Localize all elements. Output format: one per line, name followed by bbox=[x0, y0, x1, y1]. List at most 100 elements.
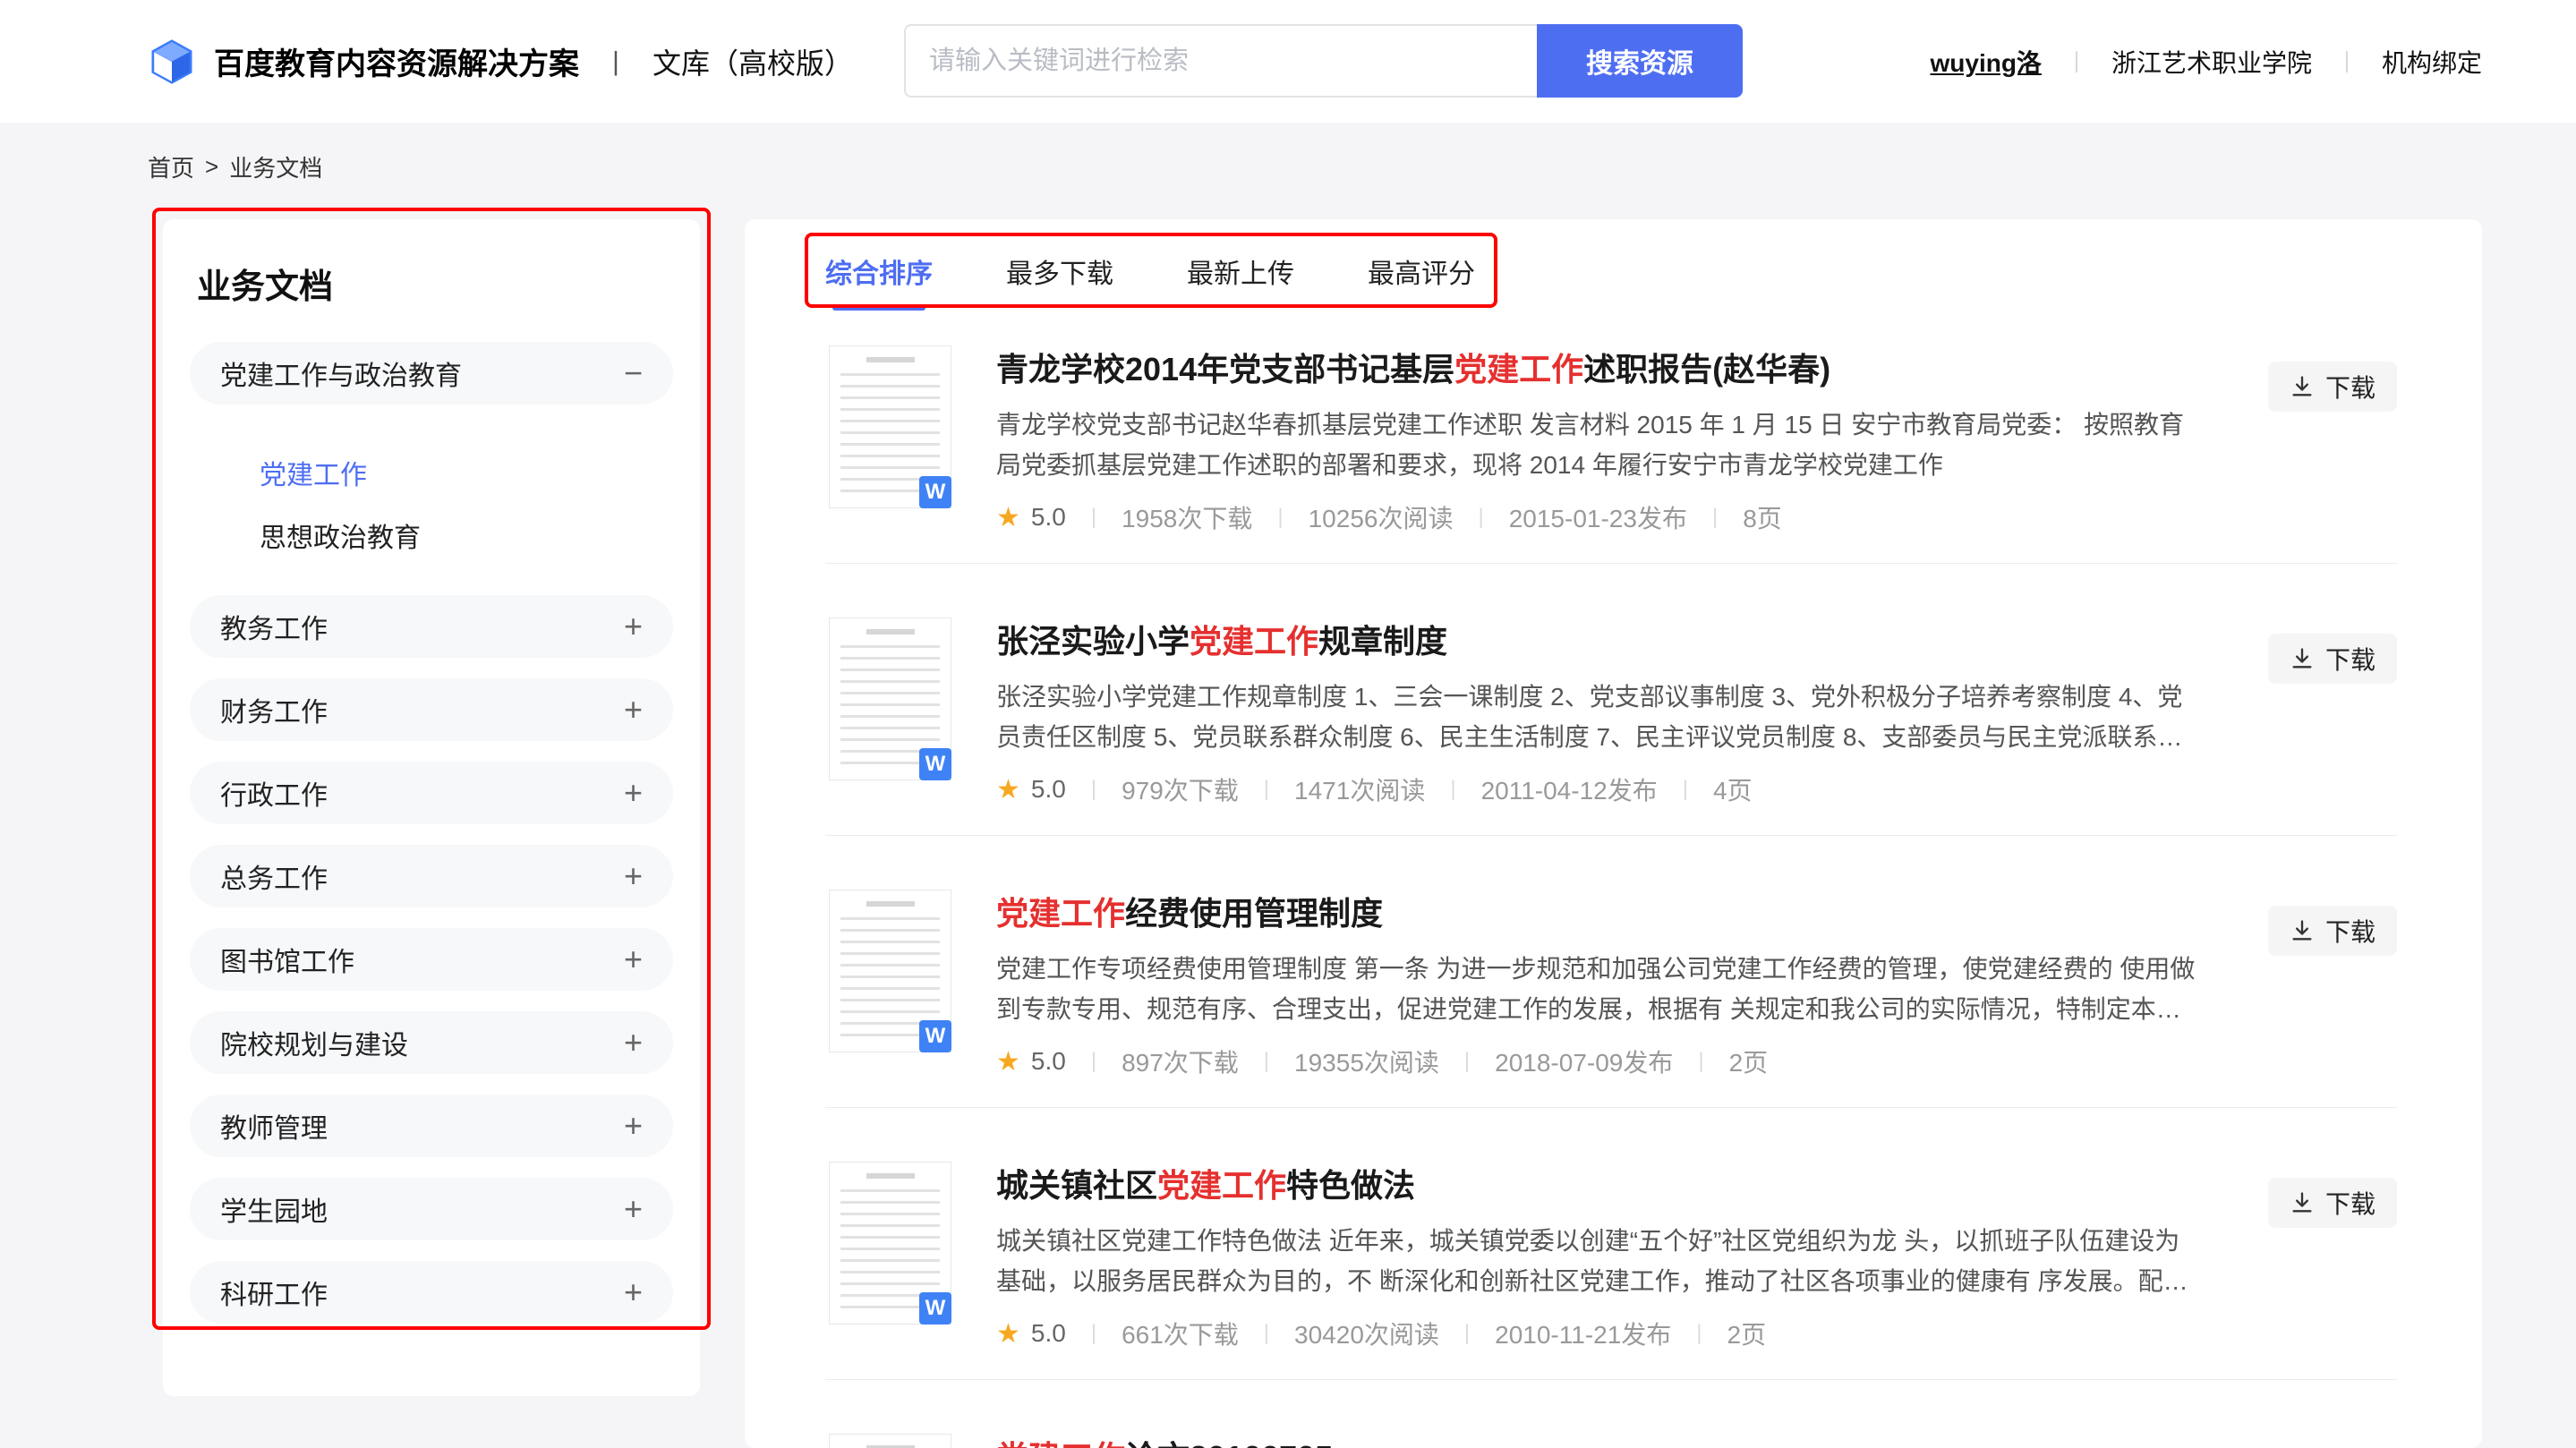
title-text: 论文20100705 bbox=[1125, 1439, 1333, 1448]
brand-home-link[interactable]: 百度教育内容资源解决方案 丨 文库（高校版） bbox=[148, 0, 853, 123]
sidebar-subitem-ideological-education[interactable]: 思想政治教育 bbox=[190, 507, 673, 570]
sidebar-item-academic-affairs[interactable]: 教务工作 + bbox=[190, 595, 673, 658]
category-label: 图书馆工作 bbox=[220, 940, 354, 979]
search-input[interactable] bbox=[904, 24, 1537, 98]
category-label: 科研工作 bbox=[220, 1273, 328, 1312]
meta-separator: | bbox=[1464, 1049, 1470, 1074]
header-separator: 丨 bbox=[2335, 45, 2358, 78]
rating-value: 5.0 bbox=[1031, 1047, 1066, 1076]
publish-date: 2011-04-12发布 bbox=[1481, 771, 1658, 807]
word-doc-badge: W bbox=[919, 1020, 951, 1052]
meta-separator: | bbox=[1464, 1321, 1470, 1346]
doc-thumbnail[interactable]: W bbox=[829, 1434, 951, 1448]
expand-icon[interactable]: + bbox=[624, 777, 643, 809]
page-count: 2页 bbox=[1727, 1316, 1767, 1351]
download-count: 661次下载 bbox=[1122, 1316, 1239, 1351]
result-meta: ★ 5.0 | 979次下载 | 1471次阅读 | 2011-04-12发布 … bbox=[996, 771, 2196, 807]
download-icon bbox=[2290, 646, 2315, 671]
meta-separator: | bbox=[1696, 1321, 1702, 1346]
star-icon: ★ bbox=[996, 774, 1020, 805]
title-text: 经费使用管理制度 bbox=[1125, 895, 1383, 932]
star-icon: ★ bbox=[996, 1046, 1020, 1077]
result-title-link[interactable]: 党建工作论文20100705 bbox=[996, 1437, 2196, 1448]
doc-thumbnail[interactable]: W bbox=[829, 618, 951, 780]
doc-thumbnail[interactable]: W bbox=[829, 345, 951, 508]
expand-icon[interactable]: + bbox=[624, 1276, 643, 1308]
download-icon bbox=[2290, 1190, 2315, 1215]
header-user-area: wuying洛 丨 浙江艺术职业学院 丨 机构绑定 bbox=[1930, 0, 2482, 123]
result-title-link[interactable]: 张泾实验小学党建工作规章制度 bbox=[996, 621, 2196, 662]
expand-icon[interactable]: + bbox=[624, 943, 643, 975]
doc-thumbnail[interactable]: W bbox=[829, 1162, 951, 1324]
page-count: 8页 bbox=[1743, 499, 1782, 535]
star-icon: ★ bbox=[996, 1318, 1020, 1350]
expand-icon[interactable]: + bbox=[624, 1110, 643, 1142]
title-text: 张泾实验小学 bbox=[996, 623, 1190, 660]
page-count: 4页 bbox=[1713, 771, 1753, 807]
download-button[interactable]: 下载 bbox=[2268, 634, 2397, 684]
header-separator: 丨 bbox=[2065, 45, 2088, 78]
expand-icon[interactable]: + bbox=[624, 1026, 643, 1059]
publish-date: 2010-11-21发布 bbox=[1495, 1316, 1671, 1351]
result-description: 城关镇社区党建工作特色做法 近年来，城关镇党委以创建“五个好”社区党组织为龙 头… bbox=[996, 1221, 2196, 1301]
institution-name: 浙江艺术职业学院 bbox=[2111, 44, 2312, 80]
sidebar-item-research[interactable]: 科研工作 + bbox=[190, 1261, 673, 1324]
result-title-link[interactable]: 城关镇社区党建工作特色做法 bbox=[996, 1165, 2196, 1206]
sidebar-item-administration[interactable]: 行政工作 + bbox=[190, 762, 673, 824]
result-content: 党建工作论文20100705 bbox=[996, 1434, 2196, 1448]
sidebar-item-party-building-politics[interactable]: 党建工作与政治教育 − bbox=[190, 342, 673, 405]
download-label: 下载 bbox=[2325, 913, 2376, 949]
tab-comprehensive-sort[interactable]: 综合排序 bbox=[825, 251, 933, 311]
tab-most-downloaded[interactable]: 最多下载 bbox=[1006, 251, 1113, 311]
username-link[interactable]: wuying洛 bbox=[1930, 44, 2041, 80]
expand-icon[interactable]: + bbox=[624, 610, 643, 643]
result-item: W 党建工作经费使用管理制度 党建工作专项经费使用管理制度 第一条 为进一步规范… bbox=[825, 890, 2397, 1162]
result-meta: ★ 5.0 | 897次下载 | 19355次阅读 | 2018-07-09发布… bbox=[996, 1043, 2196, 1079]
title-text: 城关镇社区 bbox=[996, 1167, 1157, 1204]
category-label: 总务工作 bbox=[220, 856, 328, 896]
sidebar-item-teacher-management[interactable]: 教师管理 + bbox=[190, 1095, 673, 1157]
download-label: 下载 bbox=[2325, 369, 2376, 405]
search-bar: 搜索资源 bbox=[904, 24, 1743, 98]
result-description: 青龙学校党支部书记赵华春抓基层党建工作述职 发言材料 2015 年 1 月 15… bbox=[996, 405, 2196, 485]
read-count: 1471次阅读 bbox=[1294, 771, 1425, 807]
search-button[interactable]: 搜索资源 bbox=[1537, 24, 1743, 98]
meta-separator: | bbox=[1264, 777, 1269, 802]
sidebar-item-general-affairs[interactable]: 总务工作 + bbox=[190, 845, 673, 907]
tab-highest-rated[interactable]: 最高评分 bbox=[1368, 251, 1475, 311]
sidebar-item-finance[interactable]: 财务工作 + bbox=[190, 678, 673, 741]
result-title-link[interactable]: 党建工作经费使用管理制度 bbox=[996, 893, 2196, 934]
tab-newest-upload[interactable]: 最新上传 bbox=[1187, 251, 1294, 311]
result-content: 党建工作经费使用管理制度 党建工作专项经费使用管理制度 第一条 为进一步规范和加… bbox=[996, 890, 2196, 1079]
breadcrumb-home[interactable]: 首页 bbox=[148, 150, 194, 183]
download-label: 下载 bbox=[2325, 641, 2376, 677]
download-button[interactable]: 下载 bbox=[2268, 906, 2397, 956]
expand-icon[interactable]: + bbox=[624, 860, 643, 892]
title-highlight: 党建工作 bbox=[996, 895, 1125, 932]
download-button[interactable]: 下载 bbox=[2268, 1178, 2397, 1228]
result-title-link[interactable]: 青龙学校2014年党支部书记基层党建工作述职报告(赵华春) bbox=[996, 349, 2196, 390]
page-count: 2页 bbox=[1729, 1043, 1769, 1079]
expand-icon[interactable]: + bbox=[624, 694, 643, 726]
category-label: 院校规划与建设 bbox=[220, 1023, 408, 1062]
word-doc-badge: W bbox=[919, 476, 951, 508]
expand-icon[interactable]: + bbox=[624, 1193, 643, 1225]
download-button[interactable]: 下载 bbox=[2268, 362, 2397, 412]
sidebar-subitem-party-building[interactable]: 党建工作 bbox=[190, 445, 673, 507]
brand-title: 百度教育内容资源解决方案 bbox=[214, 39, 579, 83]
publish-date: 2018-07-09发布 bbox=[1495, 1043, 1673, 1079]
result-meta: ★ 5.0 | 661次下载 | 30420次阅读 | 2010-11-21发布… bbox=[996, 1316, 2196, 1351]
doc-thumbnail[interactable]: W bbox=[829, 890, 951, 1052]
download-label: 下载 bbox=[2325, 1185, 2376, 1221]
meta-separator: | bbox=[1264, 1321, 1269, 1346]
rating-value: 5.0 bbox=[1031, 503, 1066, 532]
collapse-icon[interactable]: − bbox=[624, 357, 643, 389]
meta-separator: | bbox=[1478, 505, 1483, 530]
sidebar-item-student-zone[interactable]: 学生园地 + bbox=[190, 1178, 673, 1240]
breadcrumb-current: 业务文档 bbox=[229, 150, 322, 183]
sidebar-item-campus-planning[interactable]: 院校规划与建设 + bbox=[190, 1011, 673, 1074]
meta-separator: | bbox=[1091, 505, 1096, 530]
brand-separator: 丨 bbox=[602, 42, 629, 81]
sidebar-item-library[interactable]: 图书馆工作 + bbox=[190, 928, 673, 991]
org-bind-link[interactable]: 机构绑定 bbox=[2382, 44, 2482, 80]
